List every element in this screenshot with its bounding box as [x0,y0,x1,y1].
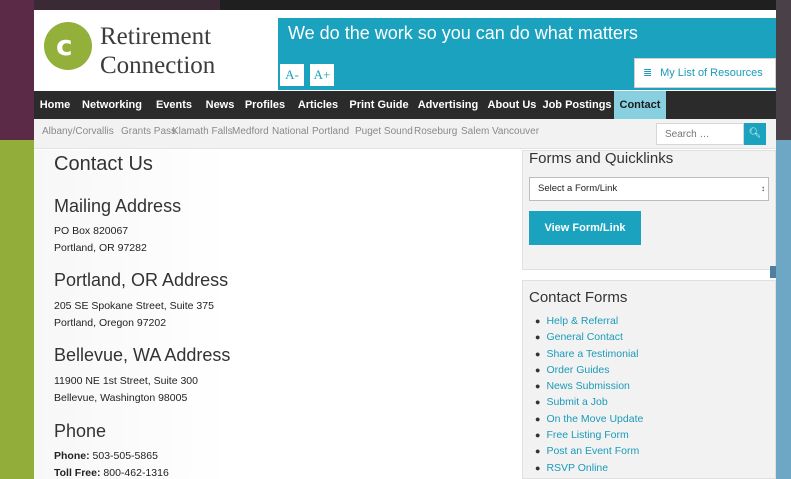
city-link-roseburg[interactable]: Roseburg [414,119,457,149]
contact-form-link-news-submission[interactable]: ● News Submission [535,378,643,394]
nav-articles[interactable]: Articles [290,91,346,119]
list-icon: ≣ [643,67,653,79]
bullet-icon: ● [535,332,541,343]
my-resources-button[interactable]: ≣ My List of Resources [634,58,776,88]
contact-form-link-free-listing[interactable]: ● Free Listing Form [535,427,643,443]
form-link-select-value: Select a Form/Link [538,183,618,194]
bullet-icon: ● [535,381,541,392]
background-left-purple [0,0,34,140]
search-icon: 🔍︎ [748,128,762,139]
portland-address-line2: Portland, Oregon 97202 [54,317,167,329]
main-content: Contact Us Mailing Address PO Box 820067… [34,150,522,479]
city-link-salem[interactable]: Salem [461,119,489,149]
phone-line: Phone: 503-505-5865 [54,450,158,462]
contact-form-link-post-event[interactable]: ● Post an Event Form [535,443,643,459]
bellevue-address-line1: 11900 NE 1st Street, Suite 300 [54,375,198,387]
scroll-tab[interactable] [770,266,776,278]
mailing-address-heading: Mailing Address [54,196,182,216]
background-right-dark [776,0,791,140]
city-link-grants-pass[interactable]: Grants Pass [121,119,176,149]
nav-networking[interactable]: Networking [76,91,148,119]
tollfree-line: Toll Free: 800-462-1316 [54,467,169,479]
logo-text-line2[interactable]: Connection [100,52,215,80]
page-title: Contact Us [54,153,153,175]
nav-events[interactable]: Events [148,91,200,119]
site-header: c Retirement Connection We do the work s… [34,10,776,90]
forms-quicklinks-title: Forms and Quicklinks [529,150,674,167]
contact-form-link-general-contact[interactable]: ● General Contact [535,329,643,345]
chevron-down-icon: ↕ [761,184,765,193]
mailing-address-line1: PO Box 820067 [54,225,129,237]
contact-form-link-help-referral[interactable]: ● Help & Referral [535,313,643,329]
phone-value: 503-505-5865 [92,450,158,462]
contact-forms-widget: Contact Forms ● Help & Referral ● General … [522,280,776,479]
background-left-green [0,140,34,479]
contact-form-link-share-testimonial[interactable]: ● Share a Testimonial [535,346,643,362]
logo-icon[interactable]: c [44,22,92,70]
bullet-icon: ● [535,430,541,441]
page: c Retirement Connection We do the work s… [34,10,776,479]
nav-advertising[interactable]: Advertising [412,91,484,119]
city-bar: Albany/Corvallis Grants Pass Klamath Fal… [34,119,776,149]
bellevue-address-heading: Bellevue, WA Address [54,345,231,365]
contact-forms-title: Contact Forms [529,289,628,306]
background-right-blue [776,140,791,479]
bullet-icon: ● [535,413,541,424]
nav-profiles[interactable]: Profiles [240,91,290,119]
search-button[interactable]: 🔍︎ [744,123,766,145]
contact-form-link-rsvp-online[interactable]: ● RSVP Online [535,460,643,476]
nav-news[interactable]: News [200,91,240,119]
logo-glyph: c [56,29,73,62]
tollfree-label: Toll Free: [54,467,101,479]
nav-job-postings[interactable]: Job Postings [540,91,614,119]
bullet-icon: ● [535,446,541,457]
nav-print-guide[interactable]: Print Guide [346,91,412,119]
city-link-klamath-falls[interactable]: Klamath Falls [172,119,233,149]
bullet-icon: ● [535,316,541,326]
city-link-portland[interactable]: Portland [312,119,349,149]
city-link-puget-sound[interactable]: Puget Sound [355,119,413,149]
nav-contact[interactable]: Contact [614,91,666,119]
view-form-link-button[interactable]: View Form/Link [529,211,641,245]
bullet-icon: ● [535,348,541,359]
search-input[interactable] [656,123,744,145]
contact-form-link-order-guides[interactable]: ● Order Guides [535,362,643,378]
my-resources-label: My List of Resources [660,67,763,79]
font-decrease-button[interactable]: A- [280,64,304,86]
forms-quicklinks-widget: Forms and Quicklinks Select a Form/Link … [522,150,776,270]
contact-forms-list: ● Help & Referral ● General Contact ● Share… [535,313,643,476]
bullet-icon: ● [535,364,541,375]
main-nav: Home Networking Events News Profiles Art… [34,91,776,119]
background-top-right [220,0,791,10]
form-link-select[interactable]: Select a Form/Link ↕ [529,177,769,201]
bullet-icon: ● [535,462,541,473]
phone-label: Phone: [54,450,90,462]
tagline: We do the work so you can do what matter… [288,23,638,43]
nav-home[interactable]: Home [34,91,76,119]
contact-form-link-on-the-move[interactable]: ● On the Move Update [535,411,643,427]
contact-form-link-submit-job[interactable]: ● Submit a Job [535,394,643,410]
bellevue-address-line2: Bellevue, Washington 98005 [54,392,188,404]
font-increase-button[interactable]: A+ [310,64,334,86]
tagline-banner: We do the work so you can do what matter… [278,18,776,90]
city-link-national[interactable]: National [272,119,309,149]
phone-heading: Phone [54,421,107,441]
portland-address-line1: 205 SE Spokane Street, Suite 375 [54,300,214,312]
city-link-albany-corvallis[interactable]: Albany/Corvallis [42,119,114,149]
city-link-medford[interactable]: Medford [232,119,269,149]
mailing-address-line2: Portland, OR 97282 [54,242,147,254]
portland-address-heading: Portland, OR Address [54,270,229,290]
city-link-vancouver[interactable]: Vancouver [492,119,539,149]
tollfree-value: 800-462-1316 [103,467,169,479]
nav-about-us[interactable]: About Us [484,91,540,119]
bullet-icon: ● [535,397,541,408]
logo-text-line1[interactable]: Retirement [100,23,211,51]
